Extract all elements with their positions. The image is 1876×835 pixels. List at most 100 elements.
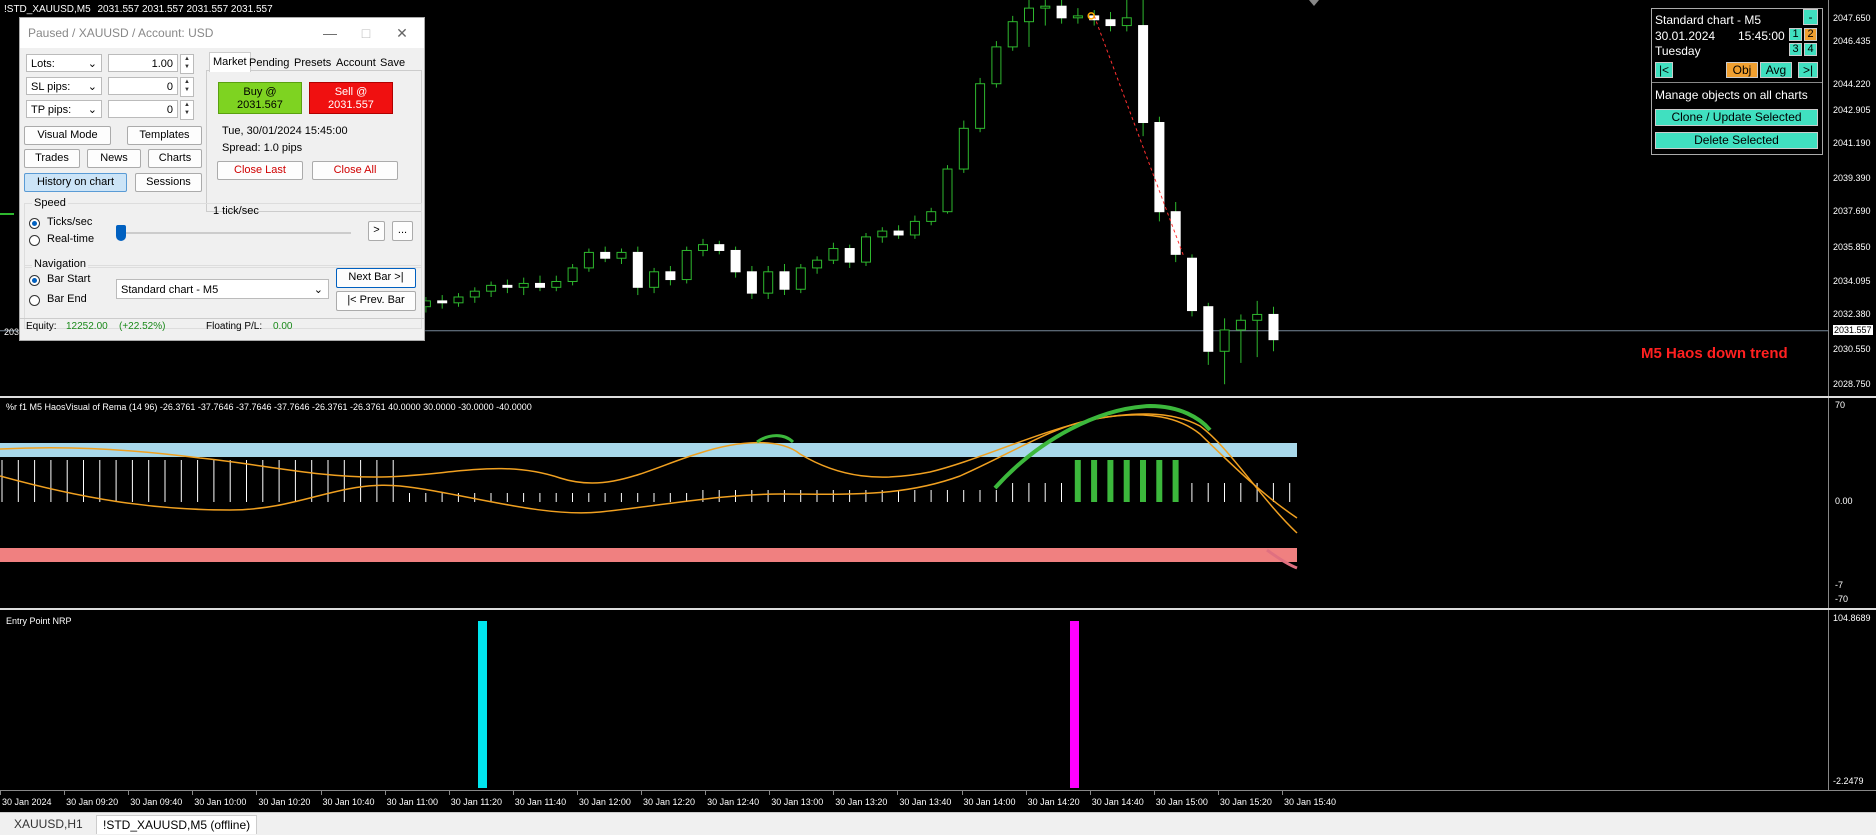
candle-body[interactable] xyxy=(926,211,937,222)
candle-body[interactable] xyxy=(942,168,953,213)
sell-button[interactable]: Sell @ 2031.557 xyxy=(309,82,393,114)
candle-body[interactable] xyxy=(893,230,904,236)
lots-stepper[interactable]: ▲ ▼ xyxy=(180,54,194,74)
tab-save[interactable]: Save xyxy=(380,54,405,72)
candle-body[interactable] xyxy=(812,259,823,269)
candle-body[interactable] xyxy=(535,282,545,288)
candle-body[interactable] xyxy=(681,249,692,281)
candle-body[interactable] xyxy=(1203,306,1214,352)
candle-body[interactable] xyxy=(632,251,643,288)
news-button[interactable]: News xyxy=(87,149,141,168)
tab-presets[interactable]: Presets xyxy=(294,54,331,72)
minimize-icon[interactable]: — xyxy=(310,18,350,48)
candle-body[interactable] xyxy=(1056,5,1067,19)
candle-body[interactable] xyxy=(828,248,839,261)
history-on-chart-button[interactable]: History on chart xyxy=(24,173,127,192)
candle-body[interactable] xyxy=(698,244,708,251)
real-time-radio[interactable] xyxy=(29,235,40,246)
close-last-button[interactable]: Close Last xyxy=(217,161,303,180)
candle-body[interactable] xyxy=(1024,7,1034,23)
sl-select[interactable]: SL pips: ⌄ xyxy=(26,77,102,95)
lots-input[interactable]: 1.00 xyxy=(108,54,178,72)
candle-body[interactable] xyxy=(1105,19,1116,27)
candle-body[interactable] xyxy=(583,251,594,269)
candle-body[interactable] xyxy=(779,271,790,290)
close-all-button[interactable]: Close All xyxy=(312,161,398,180)
next-bar-button[interactable]: Next Bar >| xyxy=(336,268,416,288)
candle-body[interactable] xyxy=(795,267,806,290)
tester-titlebar[interactable]: Paused / XAUUSD / Account: USD — □ ✕ xyxy=(20,18,424,48)
chart-4-button[interactable]: 4 xyxy=(1804,43,1817,56)
candle-body[interactable] xyxy=(437,300,448,304)
candle-body[interactable] xyxy=(1252,313,1263,321)
candle-body[interactable] xyxy=(1072,15,1083,19)
candle-body[interactable] xyxy=(1170,211,1181,255)
bar-start-radio[interactable] xyxy=(29,275,40,286)
candle-body[interactable] xyxy=(469,290,480,298)
first-bar-button[interactable]: |< xyxy=(1655,62,1673,78)
sessions-button[interactable]: Sessions xyxy=(135,173,202,192)
candle-body[interactable] xyxy=(730,249,741,273)
buy-button[interactable]: Buy @ 2031.567 xyxy=(218,82,302,114)
candle-body[interactable] xyxy=(616,251,627,259)
lots-select[interactable]: Lots: ⌄ xyxy=(26,54,102,72)
candle-body[interactable] xyxy=(877,230,888,238)
candle-body[interactable] xyxy=(518,282,529,288)
chart-3-button[interactable]: 3 xyxy=(1789,43,1802,56)
entry-point-chart[interactable] xyxy=(0,610,1828,790)
candle-body[interactable] xyxy=(1007,21,1018,48)
candle-body[interactable] xyxy=(991,46,1002,85)
bar-end-radio[interactable] xyxy=(29,295,40,306)
maximize-icon[interactable]: □ xyxy=(346,18,386,48)
visual-mode-button[interactable]: Visual Mode xyxy=(24,126,111,145)
prev-bar-button[interactable]: |< Prev. Bar xyxy=(336,291,416,311)
candle-body[interactable] xyxy=(453,296,464,304)
clone-update-button[interactable]: Clone / Update Selected xyxy=(1655,109,1818,126)
minimize-panel-button[interactable]: - xyxy=(1803,9,1818,25)
tab-pending[interactable]: Pending xyxy=(249,54,289,72)
speed-next-button[interactable]: > xyxy=(368,221,385,241)
candle-body[interactable] xyxy=(1219,329,1230,352)
candle-body[interactable] xyxy=(1040,5,1051,9)
candle-body[interactable] xyxy=(567,267,578,282)
candle-body[interactable] xyxy=(714,244,725,251)
sl-stepper[interactable]: ▲ ▼ xyxy=(180,77,194,97)
trades-button[interactable]: Trades xyxy=(24,149,80,168)
tab-xauusd-h1[interactable]: XAUUSD,H1 xyxy=(8,815,89,833)
chart-2-button[interactable]: 2 xyxy=(1804,28,1817,41)
candle-body[interactable] xyxy=(1268,313,1279,341)
chart-select[interactable]: Standard chart - M5 ⌄ xyxy=(116,279,329,299)
candle-body[interactable] xyxy=(1138,25,1149,124)
candle-body[interactable] xyxy=(975,83,986,129)
candle-body[interactable] xyxy=(665,271,676,281)
candle-body[interactable] xyxy=(551,280,562,288)
haos-indicator-chart[interactable] xyxy=(0,398,1828,608)
ticks-sec-radio[interactable] xyxy=(29,218,40,229)
close-icon[interactable]: ✕ xyxy=(382,18,422,48)
candle-body[interactable] xyxy=(1121,17,1132,27)
last-bar-button[interactable]: >| xyxy=(1798,62,1818,78)
candle-body[interactable] xyxy=(909,220,920,236)
average-button[interactable]: Avg xyxy=(1760,62,1792,78)
chart-1-button[interactable]: 1 xyxy=(1789,28,1802,41)
candle-body[interactable] xyxy=(1235,319,1246,331)
objects-button[interactable]: Obj xyxy=(1726,62,1758,78)
candle-body[interactable] xyxy=(844,248,855,263)
candle-body[interactable] xyxy=(486,284,497,292)
candle-body[interactable] xyxy=(763,271,774,294)
templates-button[interactable]: Templates xyxy=(127,126,202,145)
tp-input[interactable]: 0 xyxy=(108,100,178,118)
candle-body[interactable] xyxy=(649,271,660,288)
candle-body[interactable] xyxy=(746,271,757,294)
candle-body[interactable] xyxy=(502,284,513,288)
delete-selected-button[interactable]: Delete Selected xyxy=(1655,132,1818,149)
tp-select[interactable]: TP pips: ⌄ xyxy=(26,100,102,118)
speed-slider-thumb[interactable] xyxy=(116,225,126,241)
sl-input[interactable]: 0 xyxy=(108,77,178,95)
charts-button[interactable]: Charts xyxy=(148,149,202,168)
tp-stepper[interactable]: ▲ ▼ xyxy=(180,100,194,120)
candle-body[interactable] xyxy=(861,236,871,263)
speed-more-button[interactable]: ... xyxy=(392,221,413,241)
candle-body[interactable] xyxy=(1187,257,1197,312)
tab-std-xauusd-m5[interactable]: !STD_XAUUSD,M5 (offline) xyxy=(96,815,258,834)
